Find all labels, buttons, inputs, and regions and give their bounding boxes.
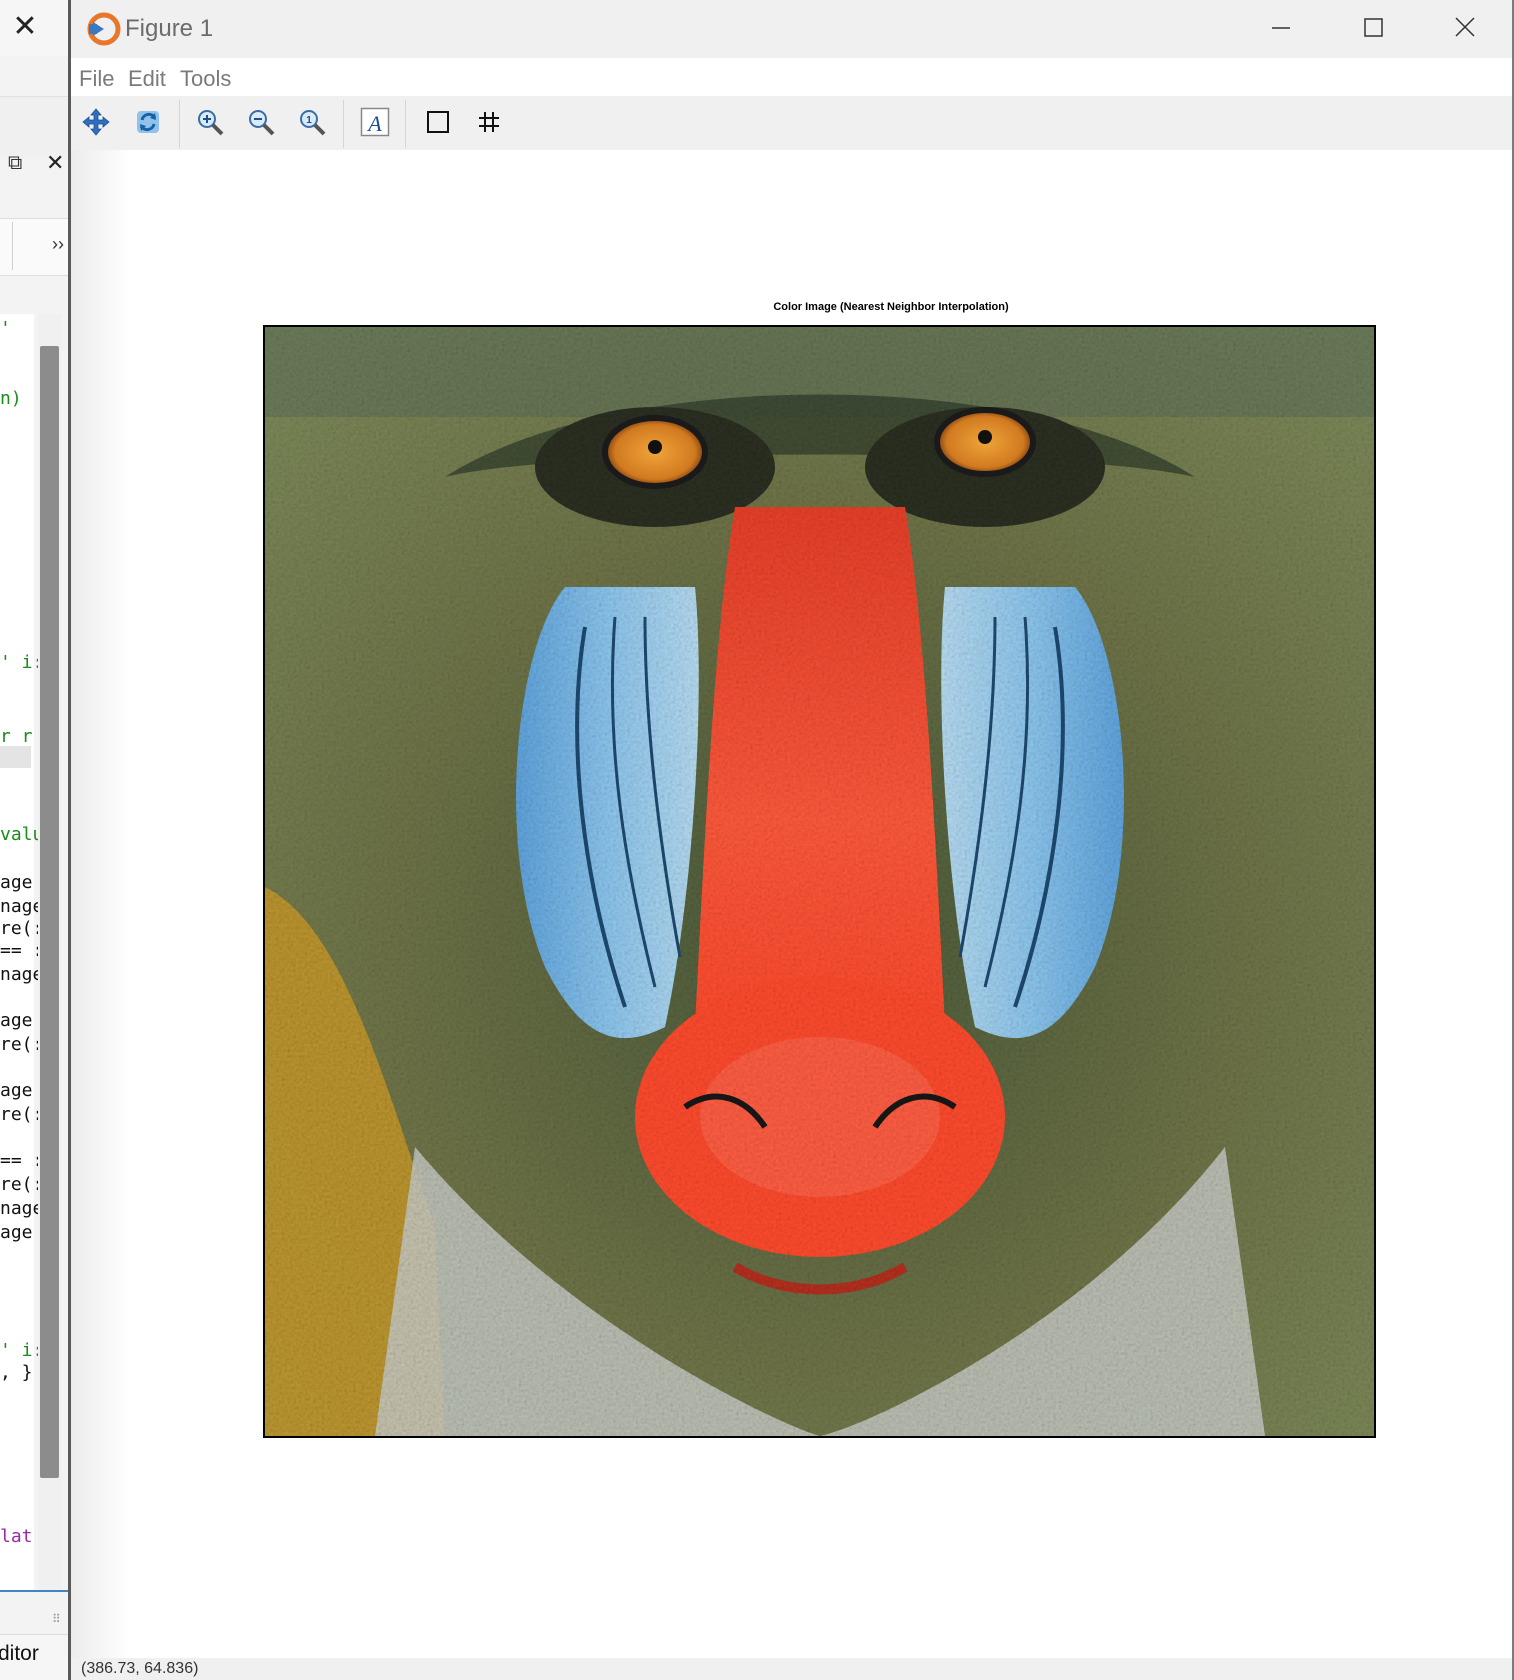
grid-button[interactable] xyxy=(469,102,509,142)
code-line: ' i: xyxy=(0,1340,44,1361)
code-line: re(: xyxy=(0,1174,44,1195)
code-line: re(: xyxy=(0,1034,44,1055)
code-line: ' xyxy=(0,318,11,339)
code-line: age xyxy=(0,1010,33,1031)
zoom-reset-button[interactable]: 1 xyxy=(292,102,332,142)
window-title: Figure 1 xyxy=(125,15,214,42)
svg-text:A: A xyxy=(366,111,382,136)
close-icon[interactable]: ✕ xyxy=(8,12,42,46)
code-line: n) xyxy=(0,388,22,409)
plot-title: Color Image (Nearest Neighbor Interpolat… xyxy=(773,301,1009,313)
code-line: re(: xyxy=(0,918,44,939)
code-line: nage xyxy=(0,1198,44,1219)
text-annotation-button[interactable]: A xyxy=(355,102,395,142)
code-line: ' i: xyxy=(0,652,44,673)
pan-button[interactable] xyxy=(76,102,116,142)
menu-file[interactable]: File xyxy=(79,66,114,92)
current-line-highlight xyxy=(0,746,31,768)
resize-grip-icon[interactable]: ⠿ xyxy=(52,1612,61,1626)
zoom-in-button[interactable] xyxy=(190,102,230,142)
image-axes[interactable] xyxy=(263,325,1376,1438)
figure-status-bar xyxy=(71,1658,1512,1680)
code-line: == : xyxy=(0,1150,44,1171)
code-line: nage xyxy=(0,964,44,985)
code-line: age xyxy=(0,1080,33,1101)
toolbar-separator xyxy=(405,100,406,148)
toolbar-separator xyxy=(12,222,13,270)
figure-toolbar xyxy=(71,96,1512,151)
zoom-reset-icon: 1 xyxy=(300,110,326,136)
box-icon xyxy=(427,111,449,133)
maximize-icon[interactable] xyxy=(1353,10,1393,46)
svg-text:1: 1 xyxy=(306,115,312,126)
octave-app-icon xyxy=(87,12,121,46)
close-window-icon[interactable] xyxy=(1445,10,1485,46)
code-line: nage xyxy=(0,896,44,917)
pointer-coordinates: (386.73, 64.836) xyxy=(81,1660,199,1677)
undock-icon[interactable]: ⧉ xyxy=(8,152,22,175)
minimize-icon[interactable] xyxy=(1261,10,1301,46)
editor-tab-label[interactable]: ditor xyxy=(0,1642,39,1666)
more-chevron-icon[interactable]: ›› xyxy=(52,234,64,255)
close-panel-icon[interactable]: ✕ xyxy=(46,150,64,176)
menu-bar xyxy=(71,58,1512,96)
code-line: age xyxy=(0,1222,33,1243)
rotate-button[interactable] xyxy=(128,102,168,142)
mandrill-image xyxy=(265,327,1374,1436)
code-line: valu xyxy=(0,824,44,845)
code-line: == : xyxy=(0,940,44,961)
axes-box-button[interactable] xyxy=(418,102,458,142)
focus-border xyxy=(0,1590,68,1592)
zoom-out-button[interactable] xyxy=(241,102,281,142)
code-line: , } xyxy=(0,1362,33,1383)
code-line: r r xyxy=(0,726,33,747)
scrollbar-thumb[interactable] xyxy=(40,346,59,1478)
pan-icon xyxy=(82,108,110,136)
menu-tools[interactable]: Tools xyxy=(180,66,231,92)
zoom-in-icon xyxy=(198,110,224,136)
toolbar-separator xyxy=(343,100,344,148)
code-line: age xyxy=(0,872,33,893)
text-annotation-icon: A xyxy=(360,107,390,137)
figure-window: Figure 1 File Edit Tools 1 A Color Image… xyxy=(71,0,1514,1680)
canvas-edge-shadow xyxy=(71,150,131,1658)
code-line: lat xyxy=(0,1526,33,1547)
grid-icon xyxy=(479,112,499,132)
toolbar-separator xyxy=(179,100,180,148)
rotate-icon xyxy=(137,111,159,133)
menu-edit[interactable]: Edit xyxy=(128,66,166,92)
editor-pane: ✕ ⧉ ✕ ›› ' n) ' i: r r valu age nage re(: == : na… xyxy=(0,0,68,1680)
zoom-out-icon xyxy=(249,110,275,136)
code-line: re(: xyxy=(0,1104,44,1125)
